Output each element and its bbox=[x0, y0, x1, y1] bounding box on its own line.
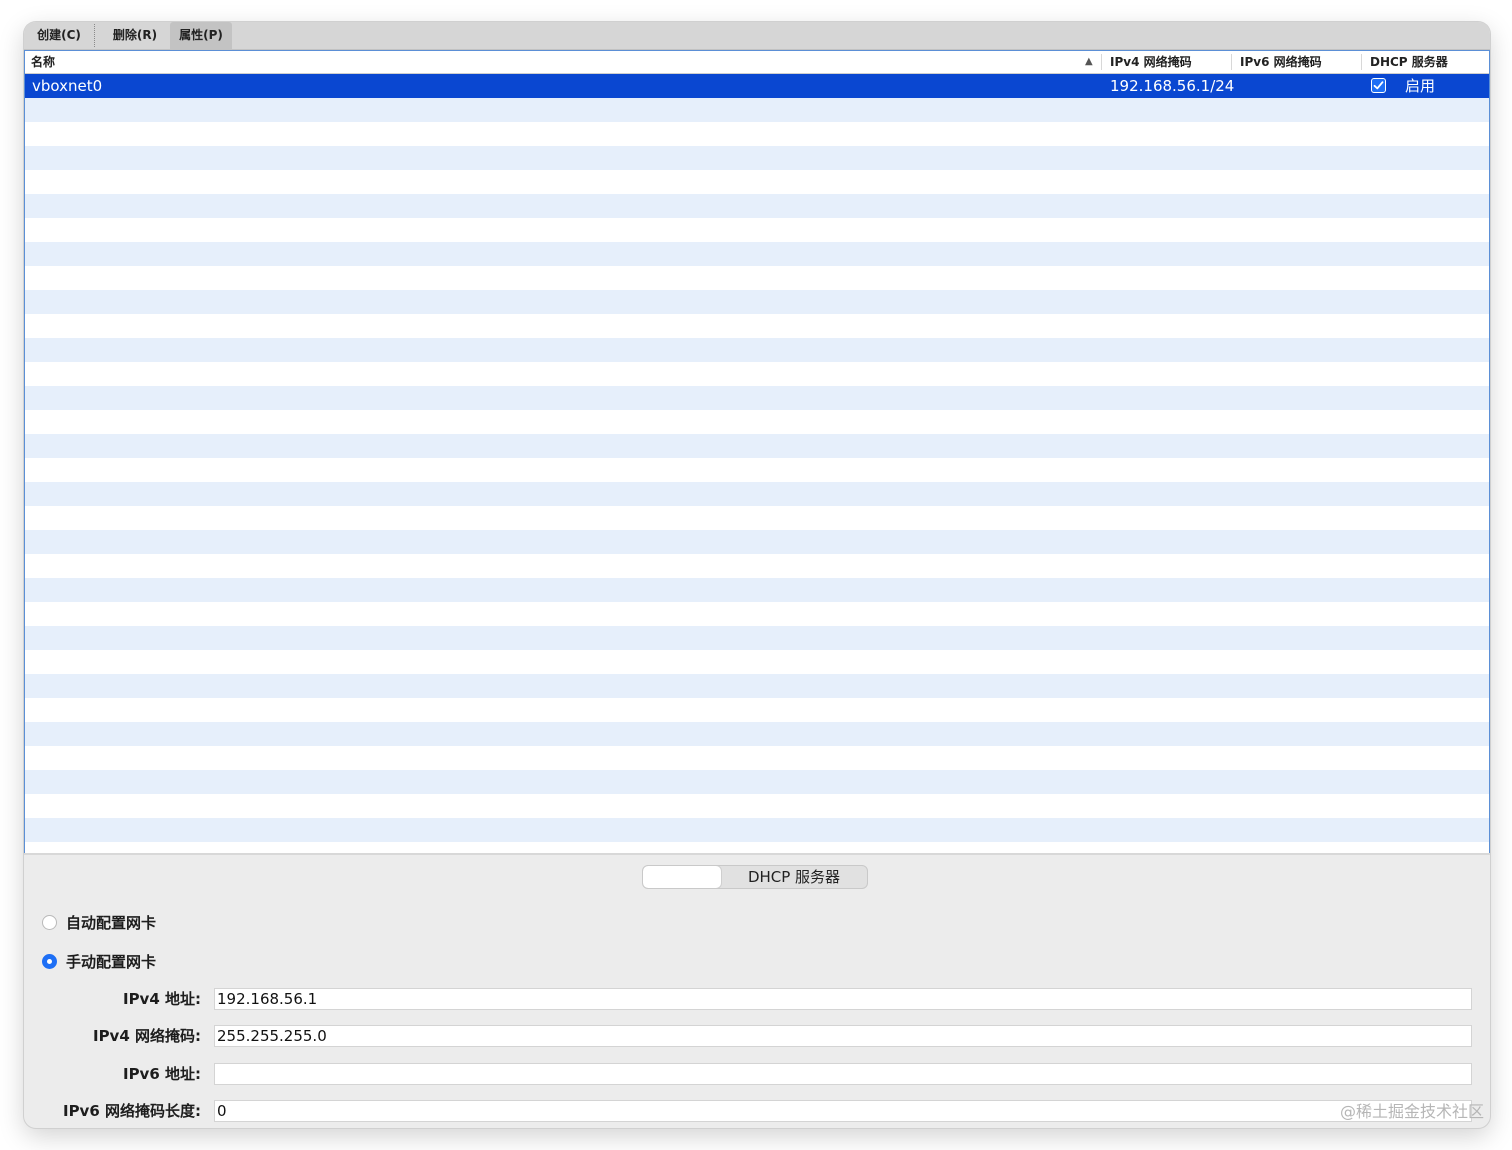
details-tab-control: DHCP 服务器 bbox=[642, 865, 868, 889]
table-header: 名称 ▲ IPv4 网络掩码 IPv6 网络掩码 DHCP 服务器 bbox=[25, 51, 1489, 74]
checkmark-icon bbox=[1373, 81, 1384, 90]
watermark: @稀土掘金技术社区 bbox=[1339, 1102, 1484, 1121]
column-header-name[interactable]: 名称 bbox=[31, 51, 55, 73]
sort-ascending-icon: ▲ bbox=[1085, 56, 1093, 67]
radio-manual-label: 手动配置网卡 bbox=[66, 953, 157, 971]
host-network-manager-window: 创建(C) 删除(R) 属性(P) 名称 ▲ IPv4 网络掩码 IPv6 网络… bbox=[24, 22, 1490, 1128]
tab-dhcp-server[interactable]: DHCP 服务器 bbox=[721, 866, 867, 888]
column-header-dhcp[interactable]: DHCP 服务器 bbox=[1361, 54, 1448, 70]
network-table: 名称 ▲ IPv4 网络掩码 IPv6 网络掩码 DHCP 服务器 vboxne… bbox=[24, 50, 1490, 854]
ipv6-address-field[interactable] bbox=[214, 1063, 1472, 1085]
row-name: vboxnet0 bbox=[32, 77, 103, 95]
column-header-ipv4-mask[interactable]: IPv4 网络掩码 bbox=[1101, 54, 1192, 70]
properties-button[interactable]: 属性(P) bbox=[170, 22, 232, 49]
create-button[interactable]: 创建(C) bbox=[24, 22, 94, 49]
radio-auto-label: 自动配置网卡 bbox=[66, 914, 157, 932]
delete-button[interactable]: 删除(R) bbox=[100, 22, 170, 49]
ipv4-address-field[interactable]: 192.168.56.1 bbox=[214, 988, 1472, 1010]
ipv6-prefix-length-label: IPv6 网络掩码长度: bbox=[62, 1102, 201, 1120]
tab-adapter[interactable] bbox=[643, 866, 721, 888]
radio-auto-indicator[interactable] bbox=[42, 915, 57, 930]
dhcp-enabled-checkbox[interactable] bbox=[1371, 78, 1386, 93]
ipv4-address-label: IPv4 地址: bbox=[122, 990, 201, 1008]
radio-manual-indicator[interactable] bbox=[42, 954, 57, 969]
ipv4-mask-field[interactable]: 255.255.255.0 bbox=[214, 1025, 1472, 1047]
pane-splitter[interactable] bbox=[24, 853, 1490, 855]
dhcp-enabled-label: 启用 bbox=[1405, 77, 1436, 95]
column-header-ipv6-mask[interactable]: IPv6 网络掩码 bbox=[1231, 54, 1322, 70]
ipv6-prefix-length-field[interactable]: 0 bbox=[214, 1100, 1472, 1122]
ipv6-address-label: IPv6 地址: bbox=[122, 1065, 201, 1083]
row-ipv4-mask: 192.168.56.1/24 bbox=[1110, 77, 1235, 95]
ipv4-mask-label: IPv4 网络掩码: bbox=[92, 1027, 201, 1045]
toolbar: 创建(C) 删除(R) 属性(P) bbox=[24, 22, 1490, 50]
toolbar-separator bbox=[94, 24, 95, 47]
table-body: vboxnet0 192.168.56.1/24 启用 bbox=[25, 74, 1489, 853]
table-row[interactable]: vboxnet0 192.168.56.1/24 启用 bbox=[25, 74, 1489, 98]
